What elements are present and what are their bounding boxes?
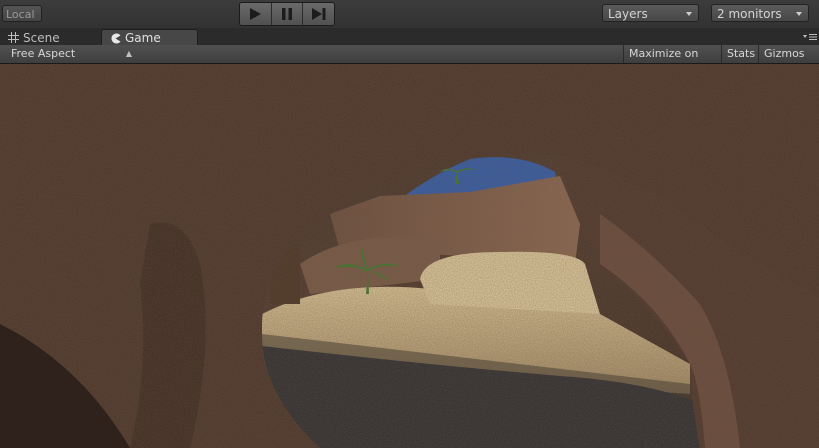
play-button[interactable] xyxy=(240,3,272,25)
main-toolbar: Local Layers 2 monitors xyxy=(0,0,819,28)
layers-dropdown[interactable]: Layers xyxy=(602,4,699,22)
tab-scene-label: Scene xyxy=(23,30,60,45)
cave-scene-render xyxy=(0,64,819,448)
tab-game-label: Game xyxy=(125,31,161,45)
game-viewport[interactable] xyxy=(0,64,819,448)
pivot-toggle-button[interactable]: Local xyxy=(2,5,42,22)
gizmos-label: Gizmos xyxy=(764,47,805,60)
aspect-ratio-dropdown[interactable]: Free Aspect ▲▼ xyxy=(5,45,135,76)
aspect-ratio-label: Free Aspect xyxy=(11,47,76,60)
chevron-down-icon xyxy=(796,12,802,16)
play-icon xyxy=(250,8,262,20)
maximize-on-play-toggle[interactable]: Maximize on Play xyxy=(623,45,721,78)
pacman-icon xyxy=(111,33,121,43)
tab-scene[interactable]: Scene xyxy=(8,29,98,46)
step-button[interactable] xyxy=(303,3,334,25)
tab-game[interactable]: Game xyxy=(101,29,198,46)
layers-dropdown-label: Layers xyxy=(608,7,648,21)
chevron-down-icon xyxy=(686,12,692,16)
pause-icon xyxy=(282,8,292,20)
gizmos-dropdown[interactable]: Gizmos xyxy=(758,45,819,74)
layout-dropdown-label: 2 monitors xyxy=(717,7,782,21)
game-view-toolbar: Free Aspect ▲▼ Maximize on Play Stats Gi… xyxy=(0,45,819,78)
stats-toggle[interactable]: Stats xyxy=(721,45,758,63)
step-icon xyxy=(311,8,326,20)
tab-menu-icon[interactable] xyxy=(803,33,817,41)
playback-controls xyxy=(239,2,335,26)
pause-button[interactable] xyxy=(271,3,304,25)
grid-icon xyxy=(8,32,19,43)
layout-dropdown[interactable]: 2 monitors xyxy=(711,4,809,22)
view-tabs: Scene Game xyxy=(0,28,819,46)
